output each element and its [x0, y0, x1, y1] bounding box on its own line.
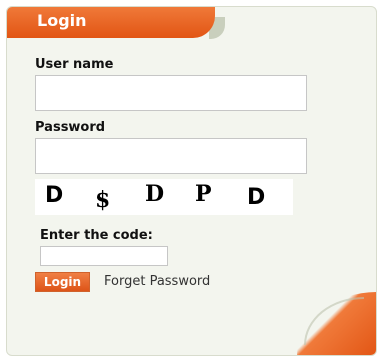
username-input[interactable]	[35, 75, 307, 111]
panel-title: Login	[37, 11, 87, 30]
code-label: Enter the code:	[40, 228, 153, 243]
code-input[interactable]	[40, 246, 168, 266]
password-input[interactable]	[35, 138, 307, 174]
corner-curl-shade	[304, 297, 364, 345]
password-label: Password	[35, 120, 106, 135]
username-label: User name	[35, 57, 114, 72]
login-button[interactable]: Login	[35, 272, 90, 292]
captcha-char: D	[145, 181, 165, 207]
captcha-char: D	[45, 183, 64, 208]
captcha-char: D	[247, 185, 266, 210]
login-panel: Login User name Password D $ D P D Enter…	[6, 6, 377, 356]
captcha-image: D $ D P D	[35, 179, 293, 215]
panel-title-tab: Login	[7, 7, 215, 38]
captcha-char: $	[95, 187, 111, 213]
captcha-char: P	[195, 181, 212, 207]
forget-password-link[interactable]: Forget Password	[104, 274, 210, 289]
